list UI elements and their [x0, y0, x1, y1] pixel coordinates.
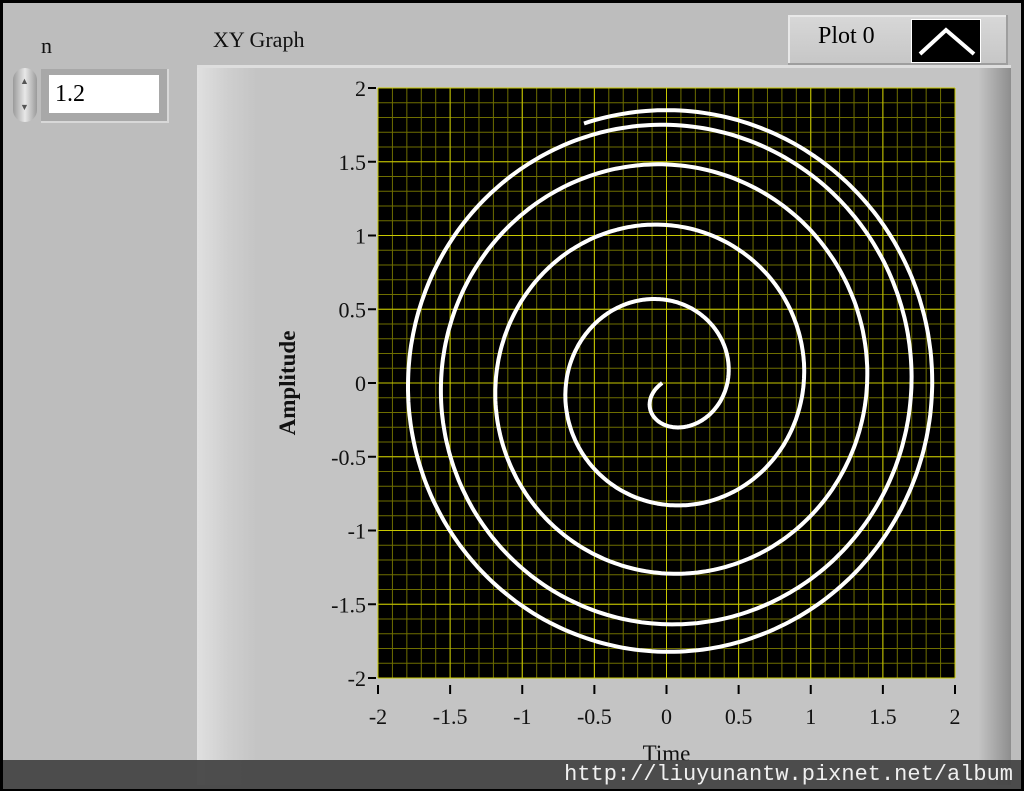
y-tick-label: -1.5	[331, 592, 366, 617]
x-tick-label: 0.5	[725, 704, 753, 729]
y-axis-title: Amplitude	[275, 331, 300, 436]
y-tick-label: 1.5	[339, 150, 367, 175]
x-tick-label: -1	[513, 704, 531, 729]
y-tick-label: 0.5	[339, 297, 367, 322]
x-tick-label: -0.5	[577, 704, 612, 729]
y-tick-label: 2	[355, 76, 366, 101]
watermark-url: http://liuyunantw.pixnet.net/album	[564, 762, 1013, 787]
x-tick-label: -1.5	[433, 704, 468, 729]
x-tick-label: 1	[805, 704, 816, 729]
xy-graph-plot: 2 1.5 1 0.5 0 -0.5 -1 -1.5 -2-2 -1.5 -1 -0.5 0 0.5 1 1.…	[275, 76, 961, 766]
y-tick-label: 0	[355, 371, 366, 396]
x-tick-label: 1.5	[869, 704, 897, 729]
x-tick-label: 2	[950, 704, 961, 729]
y-tick-label: -2	[348, 666, 366, 691]
y-tick-label: 1	[355, 224, 366, 249]
x-tick-label: -2	[369, 704, 387, 729]
x-tick-label: 0	[661, 704, 672, 729]
y-tick-label: -1	[348, 519, 366, 544]
y-tick-label: -0.5	[331, 445, 366, 470]
front-panel: n ▲ ▼ 1.2 XY Graph Plot 0 2 1.5 1 0.5 0 -0.5-…	[3, 3, 1021, 789]
watermark-bar: http://liuyunantw.pixnet.net/album	[3, 760, 1021, 789]
